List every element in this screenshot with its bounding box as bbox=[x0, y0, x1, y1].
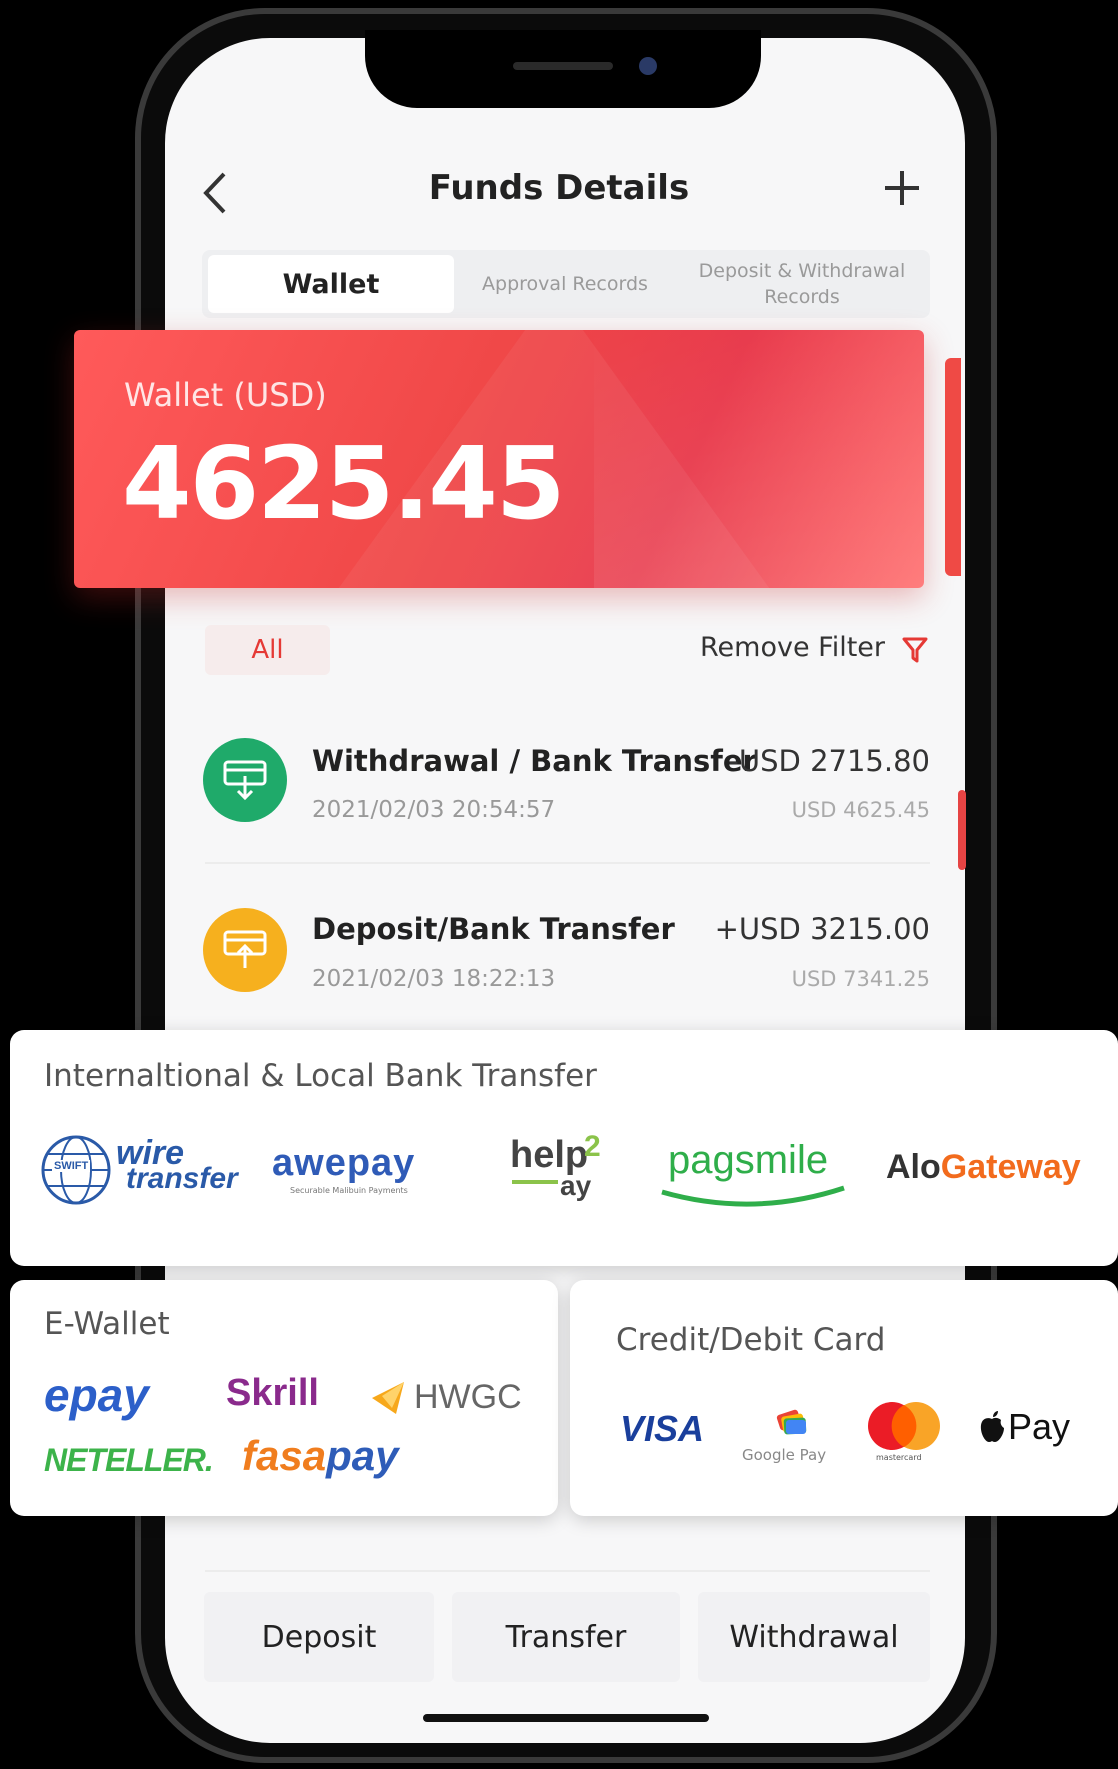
wire-transfer-logo: SWIFT wire transfer bbox=[40, 1132, 240, 1212]
pagsmile-logo: pagsmile bbox=[658, 1134, 848, 1214]
alogateway-logo: AloGateway bbox=[886, 1148, 1081, 1186]
transfer-button[interactable]: Transfer bbox=[452, 1592, 680, 1682]
apple-pay-logo: Pay bbox=[978, 1406, 1088, 1456]
fasapay-logo: fasapay bbox=[242, 1432, 399, 1479]
list-divider bbox=[205, 862, 930, 864]
e-wallet-title: E-Wallet bbox=[44, 1306, 170, 1342]
neteller-logo: NETELLER. bbox=[44, 1442, 214, 1478]
deposit-button[interactable]: Deposit bbox=[204, 1592, 434, 1682]
withdraw-icon bbox=[203, 738, 287, 822]
transaction-balance: USD 4625.45 bbox=[791, 798, 930, 822]
phone-notch bbox=[365, 30, 761, 108]
card-title: Credit/Debit Card bbox=[616, 1322, 886, 1358]
transaction-title: Deposit/Bank Transfer bbox=[312, 912, 675, 946]
withdrawal-button[interactable]: Withdrawal bbox=[698, 1592, 930, 1682]
visa-logo: VISA bbox=[620, 1408, 705, 1449]
wallet-label: Wallet (USD) bbox=[124, 376, 327, 414]
tab-approval-records[interactable]: Approval Records bbox=[470, 255, 660, 313]
bank-transfer-panel: Internaltional & Local Bank Transfer SWI… bbox=[10, 1030, 1118, 1266]
page-title: Funds Details bbox=[428, 168, 690, 208]
bottom-divider bbox=[205, 1570, 930, 1572]
e-wallet-panel: E-Wallet epay Skrill HWGC NETELLER. fasa… bbox=[10, 1280, 558, 1516]
transaction-balance: USD 7341.25 bbox=[791, 967, 930, 991]
deposit-icon bbox=[203, 908, 287, 992]
filter-icon[interactable] bbox=[902, 636, 928, 664]
awepay-logo: awepay Securable Malibuin Payments bbox=[272, 1142, 416, 1195]
tab-wallet[interactable]: Wallet bbox=[208, 255, 454, 313]
skrill-logo: Skrill bbox=[226, 1372, 319, 1414]
wallet-card: Wallet (USD) 4625.45 bbox=[74, 330, 924, 588]
transaction-amount: -USD 2715.80 bbox=[728, 744, 930, 778]
card-peek-edge bbox=[958, 790, 966, 870]
tab-deposit-withdrawal-records[interactable]: Deposit & Withdrawal Records bbox=[682, 255, 922, 313]
remove-filter-button[interactable]: Remove Filter bbox=[700, 632, 885, 663]
home-indicator[interactable] bbox=[423, 1714, 709, 1722]
filter-chip-all[interactable]: All bbox=[205, 625, 330, 675]
mastercard-logo: mastercard bbox=[862, 1400, 946, 1466]
google-pay-logo: Google Pay bbox=[742, 1408, 842, 1472]
help2pay-logo: help 2 ay bbox=[510, 1130, 601, 1201]
transaction-date: 2021/02/03 18:22:13 bbox=[312, 966, 556, 992]
front-camera bbox=[639, 57, 657, 75]
epay-logo: epay bbox=[44, 1369, 149, 1421]
card-peek bbox=[945, 358, 961, 576]
transaction-date: 2021/02/03 20:54:57 bbox=[312, 797, 556, 823]
wallet-balance: 4625.45 bbox=[122, 425, 565, 542]
transaction-amount: +USD 3215.00 bbox=[714, 912, 930, 946]
speaker bbox=[513, 62, 613, 70]
card-panel: Credit/Debit Card VISA Google Pay master… bbox=[570, 1280, 1118, 1516]
add-icon[interactable] bbox=[882, 168, 922, 208]
bank-transfer-title: Internaltional & Local Bank Transfer bbox=[44, 1058, 597, 1094]
hwgc-logo: HWGC bbox=[368, 1376, 548, 1426]
